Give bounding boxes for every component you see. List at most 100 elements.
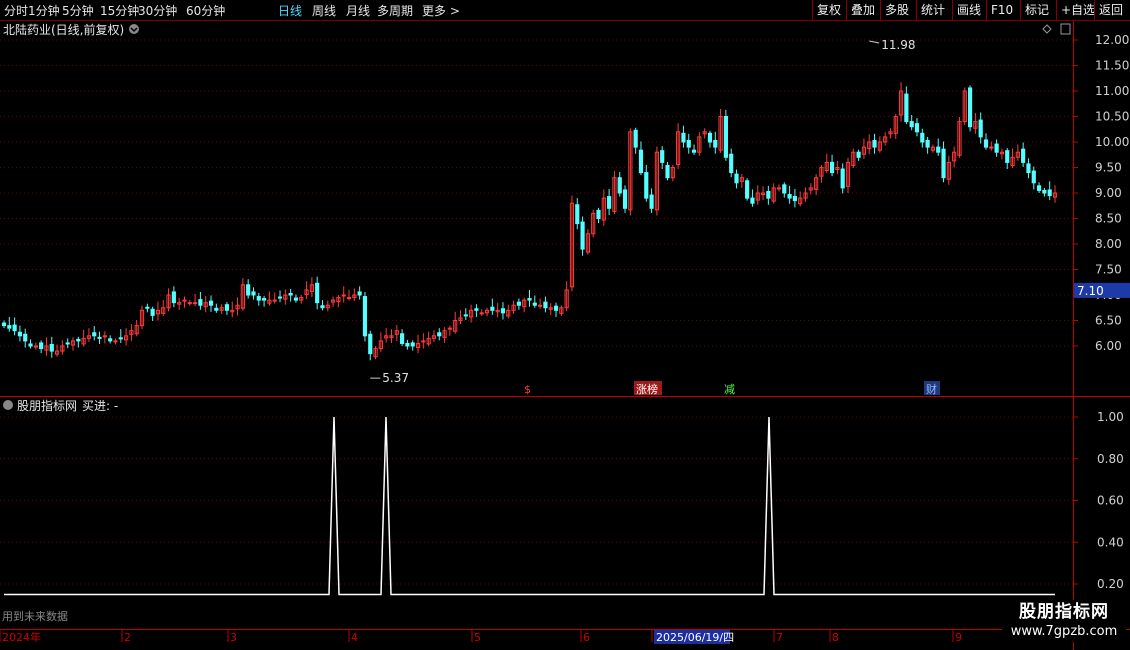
y-tick-label: 12.00 — [1095, 33, 1129, 47]
candle-body — [208, 300, 214, 306]
candle-body — [607, 196, 612, 209]
period-tab-0[interactable]: 分时 — [4, 2, 28, 19]
indicator-y-tick-label: 0.40 — [1097, 535, 1124, 549]
candle-body — [192, 302, 198, 305]
y-tick-label: 10.50 — [1095, 110, 1129, 124]
period-tab-9[interactable]: 多周期 — [377, 2, 413, 19]
candle-body — [463, 314, 468, 317]
period-tab-8[interactable]: 月线 — [346, 2, 370, 19]
candle-body — [410, 342, 415, 347]
toolbar-button-5[interactable]: F10 — [986, 0, 1017, 20]
candle-body — [293, 297, 299, 301]
indicator-y-tick-label: 0.60 — [1097, 494, 1124, 508]
x-tick-label: 2 — [124, 631, 131, 644]
candle-body — [315, 282, 320, 304]
candle-body — [145, 306, 150, 309]
candle-body — [691, 149, 697, 153]
candle-body — [543, 301, 548, 309]
candle-body — [1047, 189, 1052, 197]
candle-body — [1021, 148, 1026, 163]
x-tick-label: 5 — [474, 631, 481, 644]
candle-body — [729, 153, 734, 174]
y-tick-label: 6.00 — [1095, 339, 1122, 353]
toolbar-button-1[interactable]: 叠加 — [846, 0, 879, 20]
candle-body — [65, 342, 70, 345]
period-tab-7[interactable]: 周线 — [312, 2, 336, 19]
period-tab-6[interactable]: 日线 — [278, 2, 302, 19]
toolbar-button-7[interactable]: +自选 — [1056, 0, 1099, 20]
candle-body — [538, 304, 543, 307]
candle-body — [23, 333, 28, 342]
candle-body — [1, 322, 7, 327]
indicator-dropdown-icon[interactable] — [3, 400, 13, 410]
indicator-y-tick-label: 0.80 — [1097, 452, 1124, 466]
low-label: 5.37 — [382, 371, 409, 385]
candle-body — [644, 172, 649, 199]
candle-body — [474, 308, 479, 311]
candle-body — [1026, 163, 1031, 174]
candle-body — [713, 139, 718, 148]
y-tick-label: 11.00 — [1095, 84, 1129, 98]
candle-body — [113, 340, 118, 343]
indicator-y-tick-label: 1.00 — [1097, 410, 1124, 424]
candle-body — [405, 342, 410, 347]
period-tab-4[interactable]: 30分钟 — [138, 2, 177, 19]
candle-body — [734, 173, 739, 184]
period-toolbar: 分时 1分钟 5分钟 15分钟 30分钟 60分钟 日线 周线 月线 多周期 更多 > 复权 叠加 多股统… — [0, 0, 1130, 21]
candle-body — [909, 121, 914, 128]
y-tick-label: 7.50 — [1095, 263, 1122, 277]
candle-body — [872, 139, 877, 148]
candle-body — [840, 168, 845, 189]
candle-body — [792, 196, 797, 202]
title-dropdown-icon[interactable] — [129, 24, 139, 34]
x-tick-label: 3 — [230, 631, 237, 644]
period-tab-1[interactable]: 1分钟 — [28, 2, 60, 19]
candle-body — [914, 123, 920, 133]
toolbar-button-8[interactable]: 返回 — [1094, 0, 1127, 20]
toolbar-button-2[interactable]: 多股 — [880, 0, 913, 20]
candle-body — [707, 132, 713, 143]
diamond-icon[interactable] — [1042, 24, 1052, 34]
candle-body — [989, 146, 994, 149]
candle-body — [400, 333, 405, 344]
panel-divider — [0, 396, 1130, 397]
window-icon[interactable] — [1060, 23, 1071, 35]
candle-body — [596, 209, 601, 219]
toolbar-button-3[interactable]: 统计 — [916, 0, 949, 20]
watermark-title: 股朋指标网 — [1019, 602, 1109, 622]
candle-body — [1005, 150, 1010, 163]
candle-body — [39, 342, 44, 350]
period-tab-2[interactable]: 5分钟 — [62, 2, 94, 19]
candle-body — [829, 161, 835, 174]
candle-body — [256, 296, 261, 301]
toolbar-button-4[interactable]: 画线 — [952, 0, 985, 20]
candle-body — [150, 308, 155, 316]
candle-body — [787, 194, 792, 199]
candle-body — [978, 119, 983, 138]
toolbar-button-0[interactable]: 复权 — [812, 0, 845, 20]
candle-body — [171, 291, 176, 304]
candle-body — [97, 336, 102, 339]
period-tab-3[interactable]: 15分钟 — [100, 2, 139, 19]
stock-chart[interactable]: 北陆药业(日线,前复权)6.006.507.007.508.008.509.00… — [0, 21, 1130, 650]
x-tick-label: 7 — [776, 631, 783, 644]
candle-body — [723, 116, 728, 158]
candle-body — [92, 332, 97, 337]
event-marker: $ — [524, 383, 531, 396]
candle-body — [994, 143, 999, 153]
candle-body — [357, 291, 362, 296]
candle-body — [527, 298, 532, 301]
period-tab-10[interactable]: 更多 > — [422, 2, 460, 19]
candle-body — [288, 292, 293, 296]
candle-body — [532, 302, 537, 306]
candle-body — [1042, 189, 1047, 194]
cursor-date-label: 2025/06/19/四 — [656, 631, 734, 644]
toolbar-button-6[interactable]: 标记 — [1020, 0, 1053, 20]
candle-body — [118, 337, 123, 340]
candle-body — [362, 296, 368, 337]
period-tab-5[interactable]: 60分钟 — [186, 2, 225, 19]
x-tick-label: 2024年 — [2, 630, 41, 644]
candle-body — [479, 312, 484, 315]
candle-body — [681, 132, 686, 143]
candle-body — [49, 343, 54, 352]
